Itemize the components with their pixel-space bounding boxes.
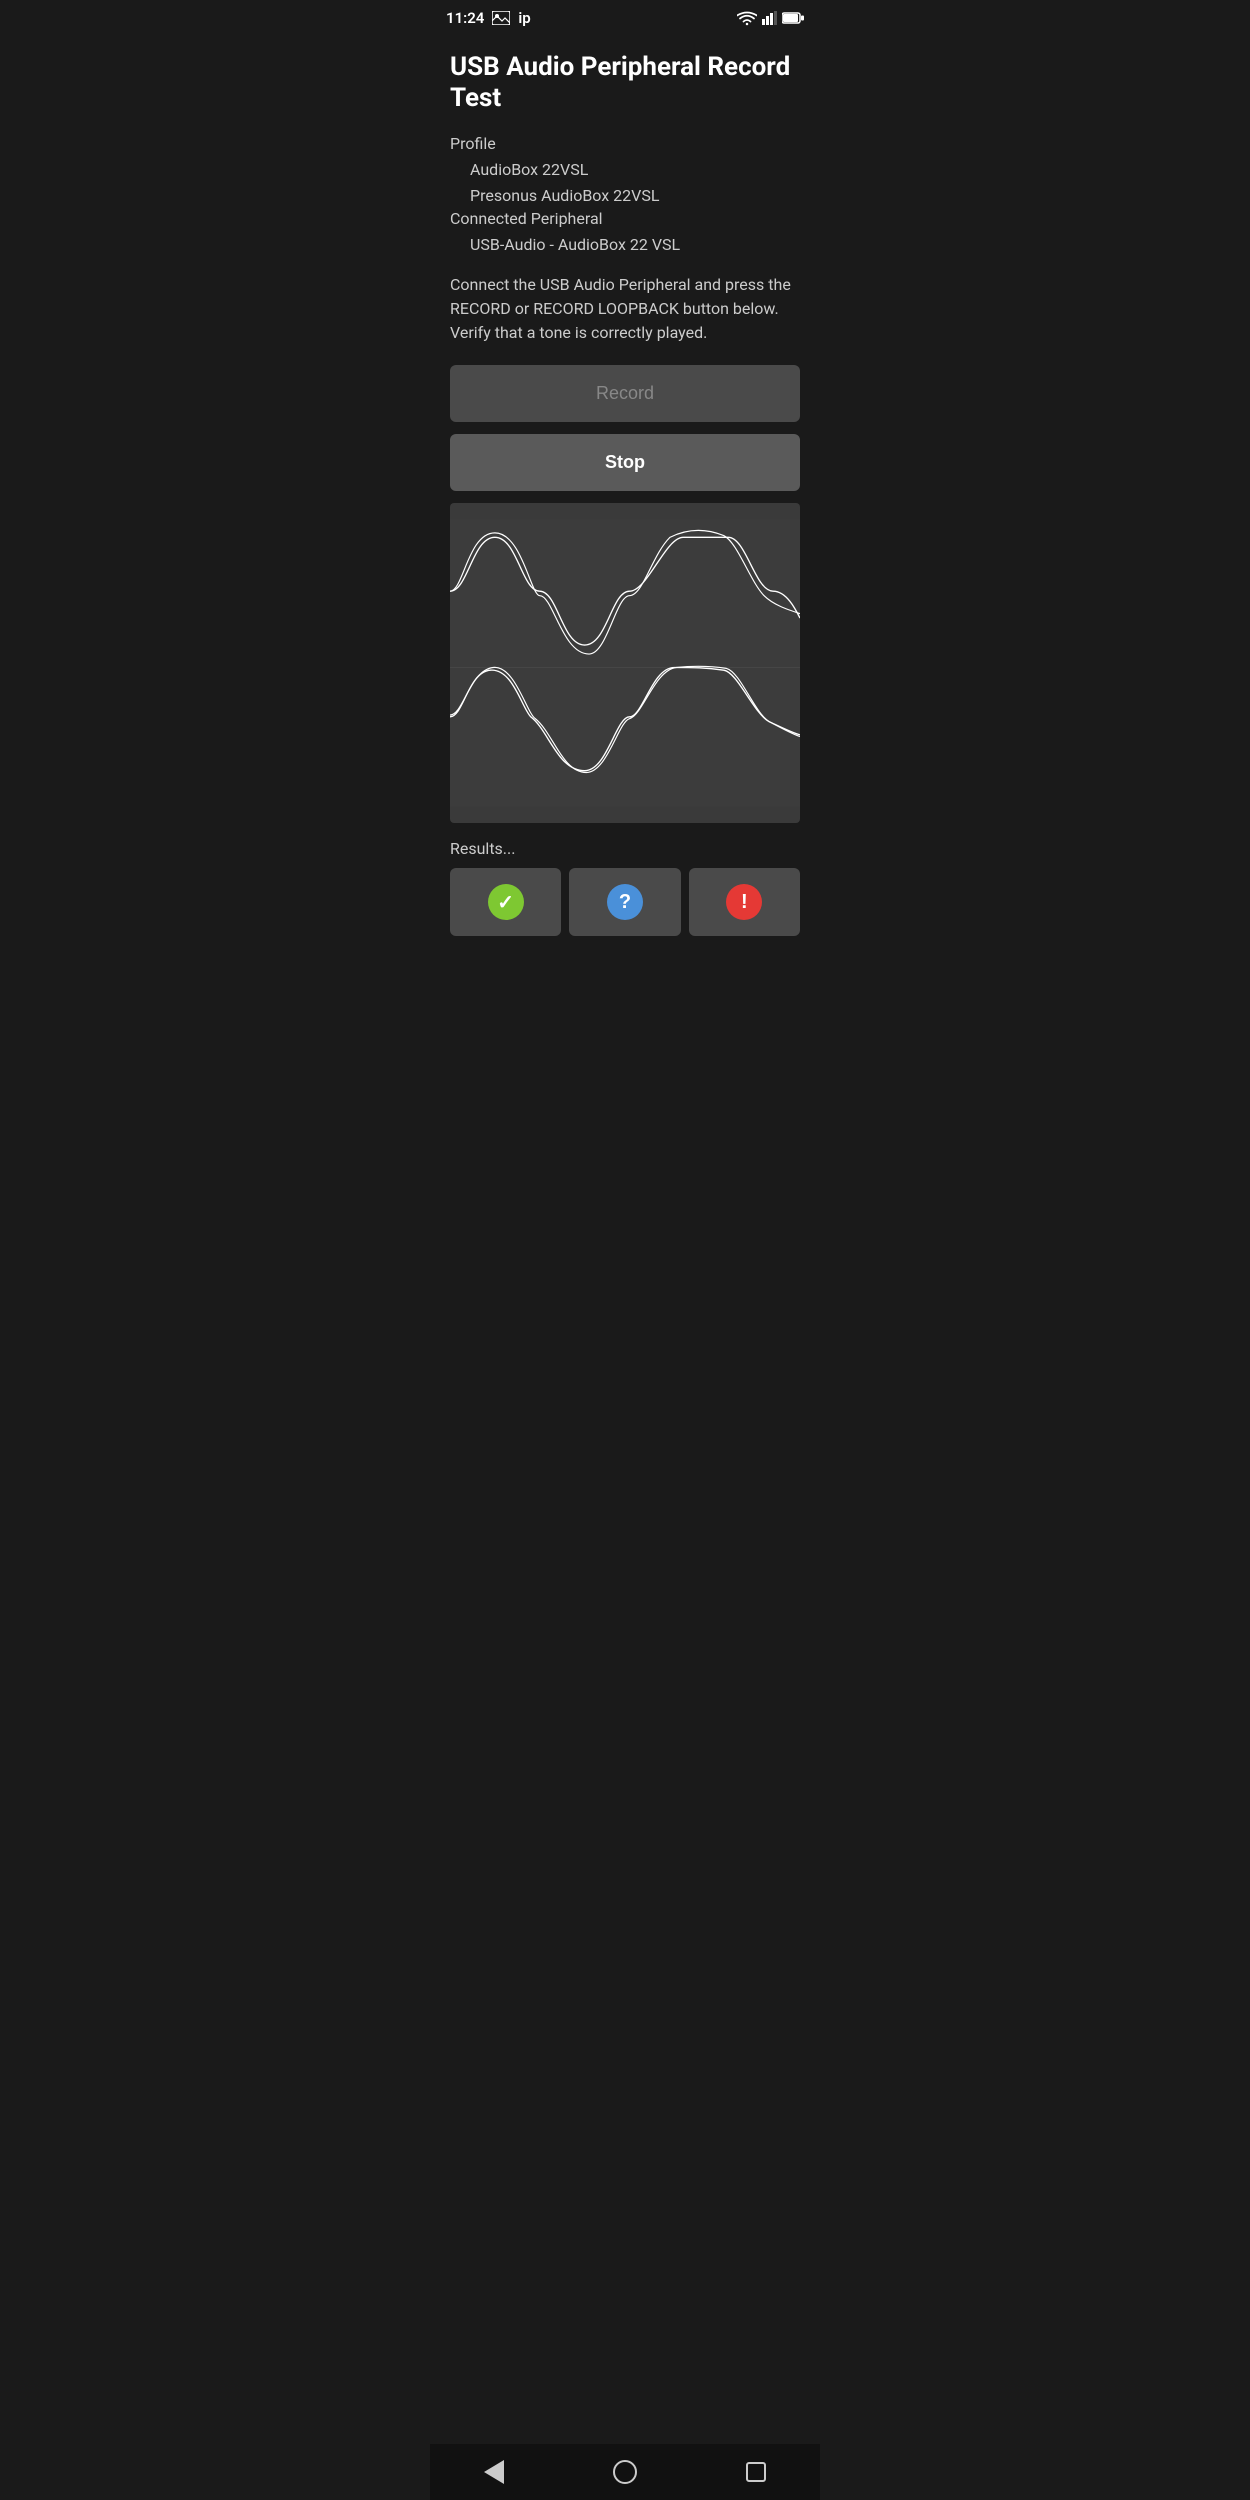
connected-label: Connected Peripheral [450,209,800,228]
back-button[interactable] [460,2452,528,2492]
results-label: Results... [450,839,800,858]
recents-button[interactable] [722,2454,790,2490]
results-buttons: ✓ ? ! [450,868,800,936]
navigation-bar [430,2444,820,2500]
stop-button[interactable]: Stop [450,434,800,491]
main-content: USB Audio Peripheral Record Test Profile… [430,36,820,1042]
instructions-text: Connect the USB Audio Peripheral and pre… [450,273,800,345]
signal-icon [762,11,777,25]
back-icon [484,2460,504,2484]
page-title: USB Audio Peripheral Record Test [450,52,800,114]
unknown-icon: ? [607,884,643,920]
result-unknown-button[interactable]: ? [569,868,680,936]
home-button[interactable] [589,2452,661,2492]
home-icon [613,2460,637,2484]
waveform-svg [450,503,800,823]
error-icon: ! [726,884,762,920]
image-icon [492,11,510,25]
wifi-icon [737,11,757,26]
success-icon: ✓ [488,884,524,920]
profile-section: Profile AudioBox 22VSL Presonus AudioBox… [450,134,800,257]
status-right [737,11,804,26]
profile-label: Profile [450,134,800,153]
profile-line2: Presonus AudioBox 22VSL [450,183,800,209]
waveform-display [450,503,800,823]
profile-line1: AudioBox 22VSL [450,157,800,183]
status-left: 11:24 ip [446,9,531,27]
battery-icon [782,12,804,24]
result-success-button[interactable]: ✓ [450,868,561,936]
connected-device: USB-Audio - AudioBox 22 VSL [450,232,800,258]
network-label: ip [518,9,530,27]
clock: 11:24 [446,9,484,27]
status-bar: 11:24 ip [430,0,820,36]
recents-icon [746,2462,766,2482]
result-error-button[interactable]: ! [689,868,800,936]
record-button[interactable]: Record [450,365,800,422]
